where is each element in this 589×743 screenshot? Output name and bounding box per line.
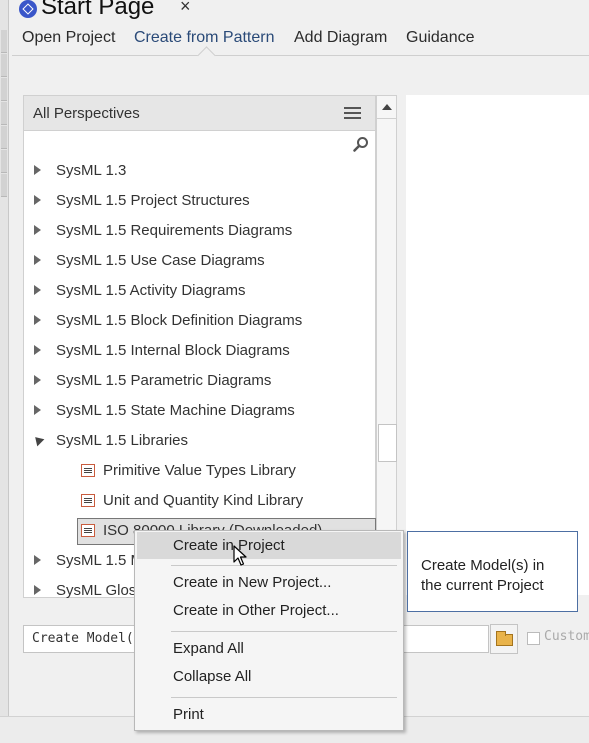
tree-scrollbar[interactable]: [376, 95, 397, 598]
menu-item-create-in-new-project[interactable]: Create in New Project...: [173, 574, 331, 591]
tree-item-requirements-diagrams[interactable]: SysML 1.5 Requirements Diagrams: [24, 216, 377, 246]
expand-triangle-icon[interactable]: [34, 165, 41, 175]
tab-create-from-pattern[interactable]: Create from Pattern: [134, 29, 275, 47]
gutter-cell: [1, 174, 7, 197]
tree-item-use-case-diagrams[interactable]: SysML 1.5 Use Case Diagrams: [24, 246, 377, 276]
start-page-tab[interactable]: Start Page ×: [14, 0, 204, 20]
left-gutter: [0, 0, 9, 716]
menu-item-expand-all[interactable]: Expand All: [173, 640, 244, 657]
custom-label: Custom: [544, 629, 589, 644]
tree-item-activity-diagrams[interactable]: SysML 1.5 Activity Diagrams: [24, 276, 377, 306]
folder-icon: [496, 631, 513, 646]
package-icon: [81, 464, 95, 477]
menu-item-print[interactable]: Print: [173, 706, 204, 723]
create-model-field-value: Create Model(: [32, 631, 134, 646]
expand-triangle-icon[interactable]: [34, 315, 41, 325]
expand-triangle-icon[interactable]: [34, 405, 41, 415]
menu-item-create-in-other-project[interactable]: Create in Other Project...: [173, 602, 339, 619]
menu-separator: [171, 565, 397, 566]
tooltip: Create Model(s) in the current Project: [407, 531, 578, 612]
menu-item-collapse-all[interactable]: Collapse All: [173, 668, 251, 685]
tree-item-sysml-1-3[interactable]: SysML 1.3: [24, 156, 377, 186]
expand-triangle-icon[interactable]: [34, 585, 41, 595]
hamburger-menu-icon[interactable]: [344, 107, 361, 119]
expand-triangle-icon[interactable]: [34, 285, 41, 295]
scroll-up-icon[interactable]: [377, 96, 396, 119]
description-pane: [406, 95, 589, 595]
start-page-icon: [19, 0, 37, 18]
tooltip-text: Create Model(s) in the current Project: [421, 556, 544, 596]
tree-item-project-structures[interactable]: SysML 1.5 Project Structures: [24, 186, 377, 216]
gutter-cell: [1, 78, 7, 101]
tree-item-block-definition-diagrams[interactable]: SysML 1.5 Block Definition Diagrams: [24, 306, 377, 336]
custom-checkbox[interactable]: [527, 632, 540, 645]
gutter-cell: [1, 150, 7, 173]
menu-separator: [171, 631, 397, 632]
browse-folder-button[interactable]: [490, 624, 518, 654]
gutter-cell: [1, 54, 7, 77]
pane-splitter[interactable]: [398, 95, 406, 595]
expand-triangle-icon[interactable]: [34, 195, 41, 205]
tree-item-parametric-diagrams[interactable]: SysML 1.5 Parametric Diagrams: [24, 366, 377, 396]
expand-triangle-icon[interactable]: [34, 255, 41, 265]
tab-guidance[interactable]: Guidance: [406, 29, 475, 47]
gutter-cell: [1, 126, 7, 149]
menu-separator: [171, 697, 397, 698]
expand-triangle-icon[interactable]: [34, 345, 41, 355]
package-icon: [81, 494, 95, 507]
tooltip-line-1: Create Model(s) in: [421, 557, 545, 574]
tab-add-diagram[interactable]: Add Diagram: [294, 29, 387, 47]
search-icon[interactable]: [353, 136, 369, 152]
package-icon: [81, 524, 95, 537]
expand-triangle-icon[interactable]: [34, 375, 41, 385]
context-menu: Create in Project Create in New Project.…: [134, 530, 404, 731]
close-icon[interactable]: ×: [180, 0, 191, 17]
tree-item-state-machine-diagrams[interactable]: SysML 1.5 State Machine Diagrams: [24, 396, 377, 426]
tree-item-primitive-value-types[interactable]: Primitive Value Types Library: [24, 456, 377, 486]
tree-item-internal-block-diagrams[interactable]: SysML 1.5 Internal Block Diagrams: [24, 336, 377, 366]
gutter-cell: [1, 30, 7, 53]
perspectives-title: All Perspectives: [33, 105, 140, 122]
menu-item-create-in-project[interactable]: Create in Project: [137, 532, 401, 559]
tree-item-libraries[interactable]: SysML 1.5 Libraries: [24, 426, 377, 456]
expand-triangle-icon[interactable]: [34, 225, 41, 235]
collapse-triangle-icon[interactable]: [31, 433, 45, 447]
expand-triangle-icon[interactable]: [34, 555, 41, 565]
active-tab-caret: [197, 46, 216, 65]
perspectives-header[interactable]: All Perspectives: [24, 96, 375, 131]
tooltip-line-2: the current Project: [421, 577, 544, 594]
mouse-cursor-icon: [233, 545, 247, 566]
tree-item-unit-quantity-kind[interactable]: Unit and Quantity Kind Library: [24, 486, 377, 516]
gutter-cell: [1, 102, 7, 125]
page-title: Start Page: [41, 0, 155, 20]
pattern-tree-panel: All Perspectives SysML 1.3 SysML 1.5 Pro…: [23, 95, 377, 599]
scroll-thumb[interactable]: [378, 424, 397, 462]
tab-open-project[interactable]: Open Project: [22, 29, 115, 47]
tab-bar: Open Project Create from Pattern Add Dia…: [12, 26, 589, 65]
